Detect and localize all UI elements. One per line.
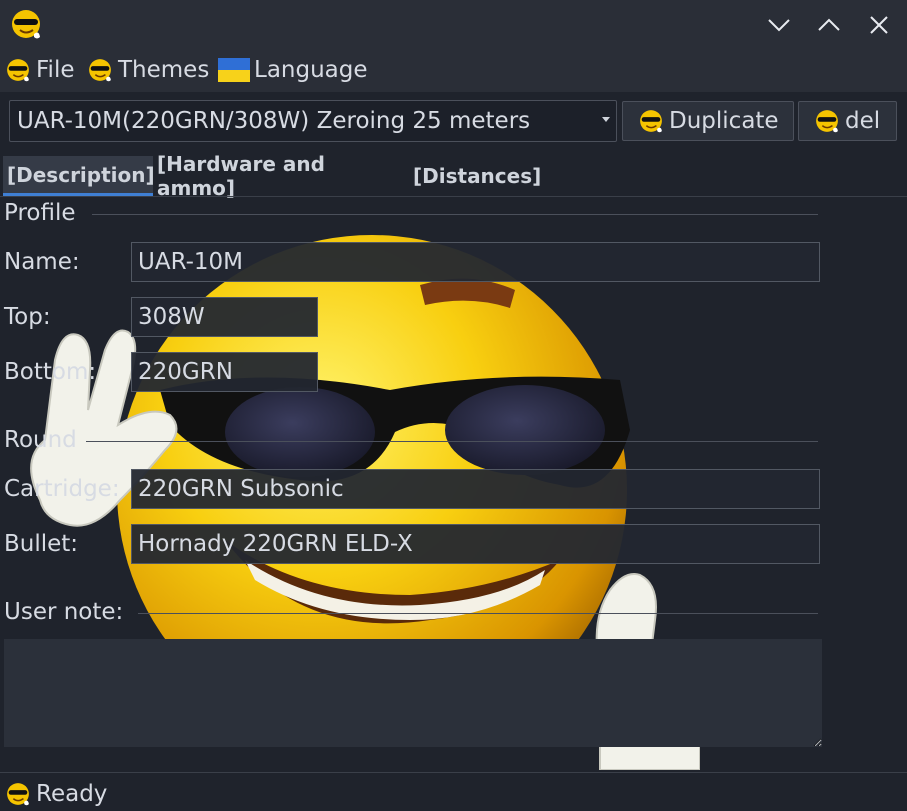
minimize-button[interactable]	[762, 8, 796, 42]
cartridge-label: Cartridge:	[4, 476, 120, 502]
bullet-label: Bullet:	[4, 531, 79, 557]
chevron-up-icon	[818, 18, 840, 31]
profile-group-title: Profile	[4, 200, 76, 226]
menu-language-label: Language	[254, 57, 368, 83]
duplicate-button-label: Duplicate	[669, 108, 779, 134]
menu-file-label: File	[36, 57, 75, 83]
menu-themes[interactable]: Themes	[86, 54, 209, 86]
top-label: Top:	[4, 304, 51, 330]
tab-divider	[0, 196, 907, 197]
dropdown-arrow-icon	[602, 117, 610, 122]
sunglasses-emoji-icon	[12, 10, 40, 39]
tab-hardware-label: [Hardware and ammo]	[157, 152, 325, 200]
bullet-field[interactable]	[131, 524, 820, 564]
close-button[interactable]	[862, 8, 896, 42]
tab-distances-label: [Distances]	[413, 164, 542, 188]
cartridge-field[interactable]	[131, 469, 820, 509]
round-group-title: Round	[4, 427, 77, 453]
sunglasses-emoji-icon	[7, 783, 29, 806]
sunglasses-emoji-icon	[816, 110, 838, 133]
maximize-button[interactable]	[812, 8, 846, 42]
sunglasses-emoji-icon	[7, 59, 29, 82]
name-field[interactable]	[131, 242, 820, 282]
chevron-down-icon	[768, 19, 790, 32]
round-group-divider	[86, 441, 818, 442]
tab-description[interactable]: [Description]	[3, 156, 155, 196]
user-note-textarea[interactable]	[4, 639, 822, 747]
bottom-label: Bottom:	[4, 359, 97, 385]
profile-group-divider	[92, 214, 818, 215]
user-note-title: User note:	[4, 599, 124, 625]
sunglasses-emoji-icon	[640, 110, 662, 133]
bottom-field[interactable]	[131, 352, 318, 392]
close-icon	[870, 16, 888, 34]
status-text: Ready	[36, 781, 108, 807]
delete-button[interactable]: del	[798, 101, 897, 141]
tab-hardware-and-ammo[interactable]: [Hardware and ammo]	[157, 152, 407, 200]
duplicate-button[interactable]: Duplicate	[622, 101, 794, 141]
top-field[interactable]	[131, 297, 318, 337]
menu-themes-label: Themes	[118, 57, 210, 83]
tab-description-label: [Description]	[7, 162, 155, 187]
ukraine-flag-icon	[218, 58, 250, 82]
delete-button-label: del	[845, 108, 881, 134]
profile-select[interactable]: UAR-10M(220GRN/308W) Zeroing 25 meters	[9, 100, 617, 142]
profile-select-value: UAR-10M(220GRN/308W) Zeroing 25 meters	[17, 108, 531, 134]
user-note-divider	[138, 613, 818, 614]
status-divider	[0, 772, 907, 773]
name-label: Name:	[4, 249, 80, 275]
status-bar: Ready	[4, 778, 107, 810]
sunglasses-emoji-icon	[89, 59, 111, 82]
menu-language[interactable]: Language	[218, 54, 368, 86]
menu-file[interactable]: File	[4, 54, 75, 86]
tab-distances[interactable]: [Distances]	[413, 156, 542, 196]
